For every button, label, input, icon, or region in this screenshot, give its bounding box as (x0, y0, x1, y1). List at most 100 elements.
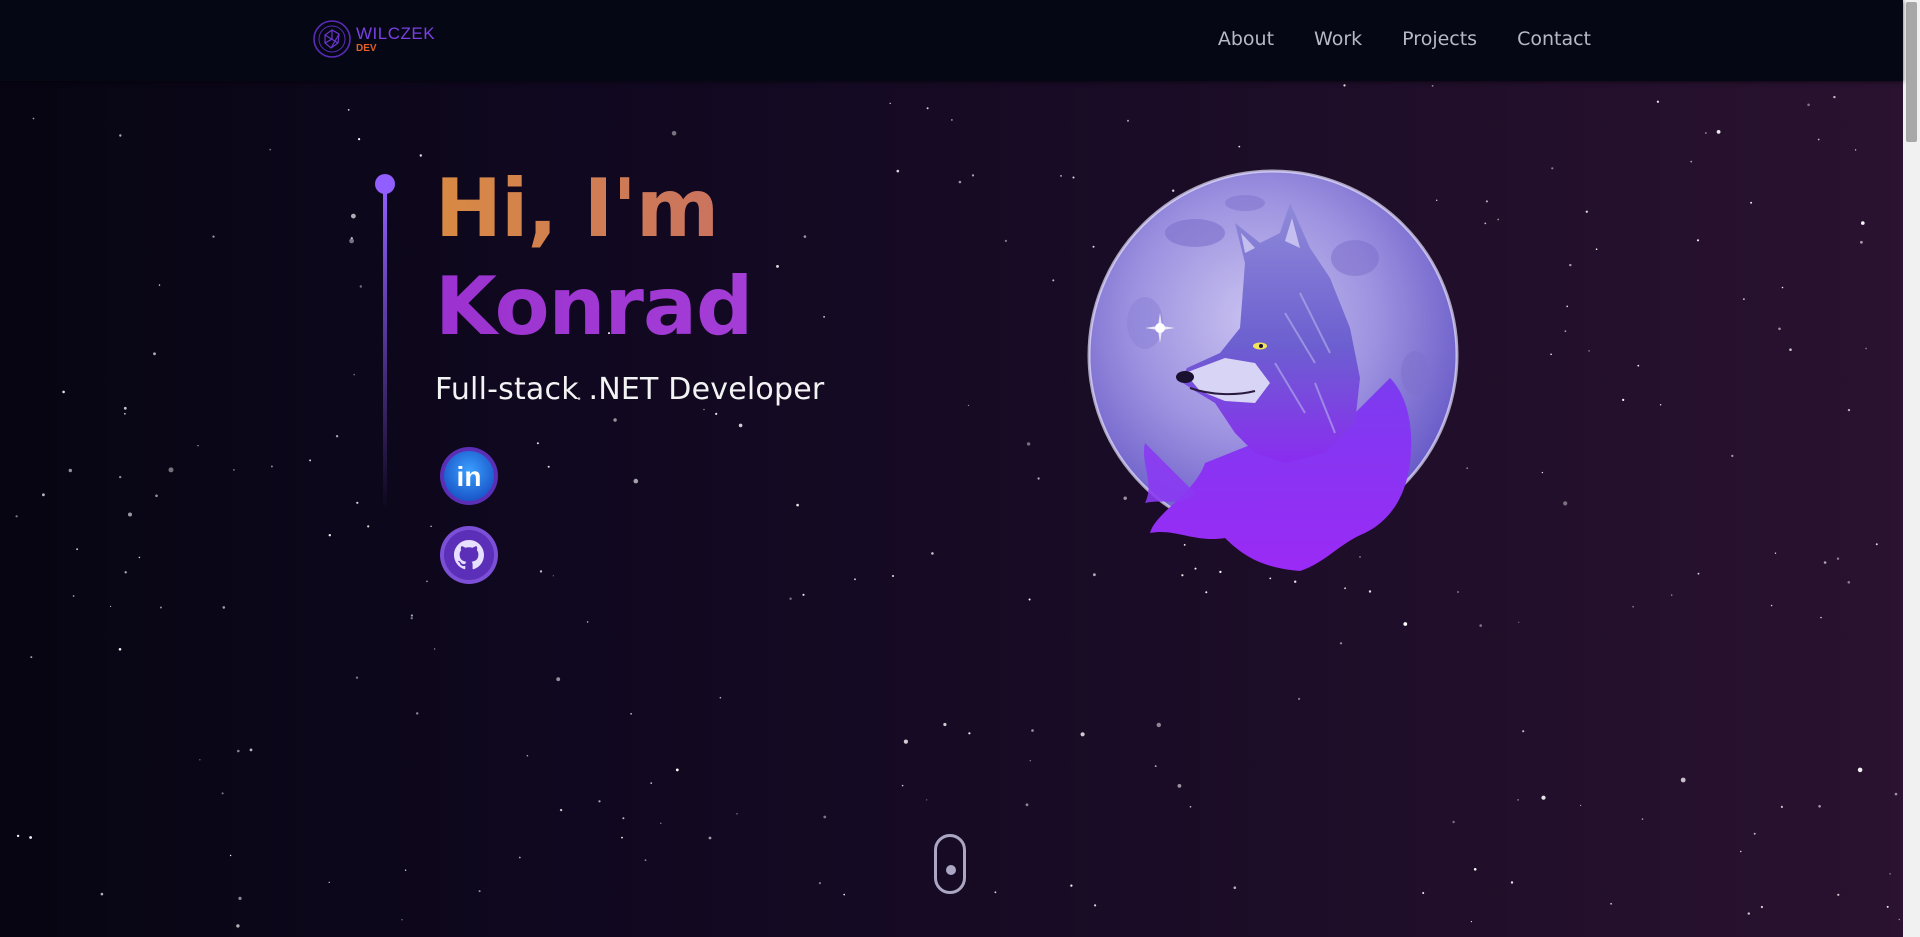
star (1705, 132, 1707, 134)
star (1205, 591, 1208, 594)
star (119, 134, 122, 137)
star (350, 237, 353, 240)
star (931, 552, 934, 555)
star (650, 782, 652, 784)
star (356, 501, 359, 504)
star (1585, 210, 1588, 213)
star (994, 891, 997, 894)
star (1431, 85, 1434, 87)
star (1690, 160, 1693, 163)
star (359, 285, 362, 288)
star (416, 712, 419, 715)
star (1031, 729, 1034, 732)
star (1564, 330, 1567, 333)
star (1860, 240, 1863, 244)
star (1789, 348, 1792, 352)
star (559, 808, 563, 812)
star (1818, 805, 1821, 808)
star (1080, 732, 1085, 737)
star (1637, 364, 1640, 367)
nav-link-about[interactable]: About (1218, 28, 1274, 50)
star (236, 924, 240, 928)
star (958, 180, 962, 184)
star (221, 792, 224, 795)
scrollbar-thumb[interactable] (1906, 2, 1917, 142)
star (123, 406, 127, 410)
star (943, 722, 947, 727)
star (644, 859, 647, 861)
star (1479, 624, 1482, 627)
logo-text: WILCZEK DEV (356, 25, 435, 54)
star (1659, 404, 1662, 406)
star (556, 677, 561, 682)
star (478, 890, 481, 893)
star (1563, 501, 1568, 506)
star (622, 817, 625, 820)
star (1770, 604, 1773, 607)
star (30, 656, 33, 659)
star (823, 815, 827, 819)
star (1861, 221, 1865, 225)
hero-role: Full-stack .NET Developer (435, 372, 825, 407)
star (1028, 598, 1031, 601)
star (1780, 805, 1783, 809)
logo[interactable]: WILCZEK DEV (312, 19, 435, 59)
star (968, 732, 971, 735)
star (410, 614, 413, 617)
star (1697, 572, 1700, 575)
star (1656, 100, 1659, 103)
star (433, 648, 436, 650)
star (818, 882, 822, 885)
star (367, 525, 370, 528)
star (404, 869, 407, 871)
star (168, 467, 174, 473)
star (789, 597, 792, 600)
star (703, 408, 705, 411)
star (971, 174, 975, 177)
nav-link-contact[interactable]: Contact (1517, 28, 1591, 50)
star (1696, 239, 1700, 242)
star (233, 469, 235, 471)
star (539, 570, 543, 573)
star (124, 413, 126, 415)
scroll-down-indicator[interactable] (934, 834, 966, 894)
star (32, 117, 35, 120)
star (1671, 594, 1673, 596)
star (29, 836, 32, 839)
star (951, 119, 953, 121)
github-button[interactable] (439, 525, 499, 585)
star (1753, 832, 1756, 835)
nav-link-work[interactable]: Work (1314, 28, 1362, 50)
star (155, 494, 158, 498)
star (1750, 201, 1753, 204)
star (586, 621, 589, 623)
scrollbar[interactable] (1903, 0, 1920, 937)
star (351, 213, 356, 219)
star (1177, 784, 1182, 788)
nav-link-projects[interactable]: Projects (1402, 28, 1477, 50)
star (1889, 873, 1891, 875)
star (1518, 621, 1520, 623)
star (1368, 590, 1372, 593)
star (270, 465, 273, 468)
star (158, 284, 161, 286)
star (199, 759, 201, 761)
star (967, 404, 970, 407)
star (892, 575, 894, 577)
star (353, 373, 356, 376)
star (660, 822, 662, 824)
linkedin-label: in (457, 461, 482, 492)
star (1403, 622, 1408, 626)
star (1343, 84, 1346, 87)
star (1522, 730, 1525, 733)
star (128, 512, 132, 517)
star (229, 854, 232, 857)
star (552, 575, 554, 577)
star (68, 468, 73, 473)
star (1344, 587, 1346, 590)
star (197, 445, 199, 447)
linkedin-button[interactable]: in (439, 446, 499, 506)
star (1541, 795, 1546, 800)
star (1566, 305, 1569, 308)
star (1060, 175, 1062, 177)
